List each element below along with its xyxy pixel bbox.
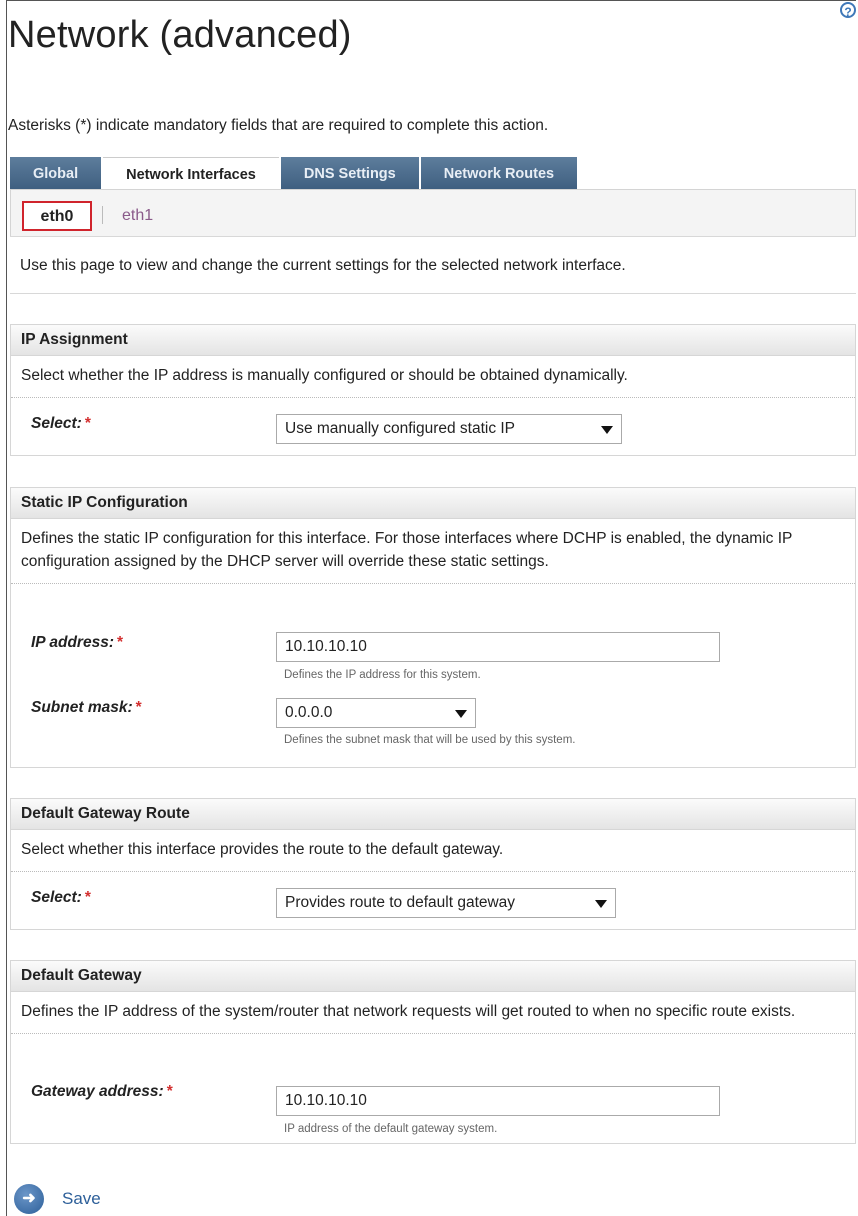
- gateway-route-select[interactable]: Provides route to default gateway: [276, 888, 616, 918]
- static-ip-section: Static IP Configuration Defines the stat…: [10, 487, 856, 768]
- arrow-right-circle-icon: ➜: [14, 1184, 44, 1214]
- section-description: Select whether the IP address is manuall…: [11, 356, 855, 398]
- field-hint: Defines the IP address for this system.: [284, 669, 481, 681]
- tab-global[interactable]: Global: [10, 157, 102, 189]
- section-description: Defines the static IP configuration for …: [11, 519, 855, 584]
- tab-network-routes[interactable]: Network Routes: [420, 157, 578, 189]
- tab-bar: Global Network Interfaces DNS Settings N…: [10, 157, 579, 189]
- chevron-down-icon: [595, 900, 607, 908]
- ip-assignment-select[interactable]: Use manually configured static IP: [276, 414, 622, 444]
- tab-network-interfaces[interactable]: Network Interfaces: [103, 157, 279, 189]
- field-label: Subnet mask: *: [31, 699, 142, 716]
- save-button[interactable]: ➜ Save: [14, 1184, 101, 1214]
- section-heading: Default Gateway Route: [11, 799, 855, 830]
- ip-assignment-section: IP Assignment Select whether the IP addr…: [10, 324, 856, 456]
- subnet-mask-select[interactable]: 0.0.0.0: [276, 698, 476, 728]
- help-icon[interactable]: ?: [840, 2, 856, 19]
- gateway-route-section: Default Gateway Route Select whether thi…: [10, 798, 856, 930]
- ip-address-input[interactable]: 10.10.10.10: [276, 632, 720, 662]
- field-hint: IP address of the default gateway system…: [284, 1123, 498, 1135]
- section-heading: IP Assignment: [11, 325, 855, 356]
- chevron-down-icon: [601, 426, 613, 434]
- page-title: Network (advanced): [8, 14, 352, 56]
- subtab-eth1[interactable]: eth1: [122, 201, 153, 231]
- field-label: IP address: *: [31, 634, 124, 651]
- section-heading: Static IP Configuration: [11, 488, 855, 519]
- subtab-divider: [102, 206, 103, 224]
- chevron-down-icon: [455, 710, 467, 718]
- field-label: Select: *: [31, 889, 91, 906]
- subtab-eth0[interactable]: eth0: [22, 201, 92, 231]
- section-heading: Default Gateway: [11, 961, 855, 992]
- field-label: Gateway address: *: [31, 1083, 173, 1100]
- field-hint: Defines the subnet mask that will be use…: [284, 734, 576, 746]
- section-description: Defines the IP address of the system/rou…: [11, 992, 855, 1034]
- default-gateway-section: Default Gateway Defines the IP address o…: [10, 960, 856, 1144]
- tab-dns-settings[interactable]: DNS Settings: [280, 157, 419, 189]
- save-label: Save: [62, 1189, 101, 1208]
- gateway-address-input[interactable]: 10.10.10.10: [276, 1086, 720, 1116]
- section-description: Select whether this interface provides t…: [11, 830, 855, 872]
- interface-description: Use this page to view and change the cur…: [10, 236, 856, 294]
- field-label: Select: *: [31, 415, 91, 432]
- mandatory-fields-note: Asterisks (*) indicate mandatory fields …: [8, 117, 549, 134]
